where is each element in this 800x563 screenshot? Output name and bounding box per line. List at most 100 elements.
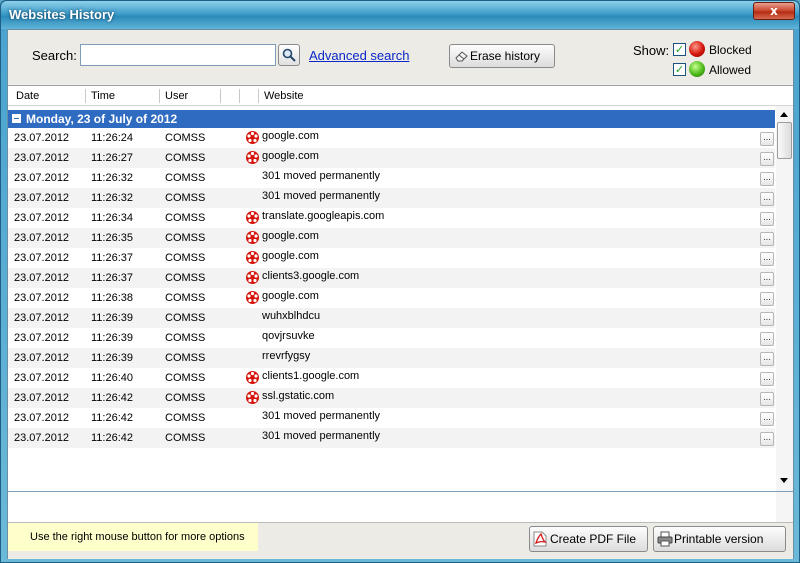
search-button[interactable] [278,44,300,66]
time-cell: 11:26:32 [91,172,134,184]
column-header-user[interactable]: User [165,90,188,102]
table-row[interactable]: 23.07.2012 11:26:37 COMSS clients3.google.c… [8,268,775,288]
erase-history-button[interactable]: Erase history [449,44,555,68]
toolbar: Search: Advanced search Erase history Sh… [8,30,793,84]
table-row[interactable]: 23.07.2012 11:26:39 COMSS wuhxblhdcu... [8,308,775,328]
column-header-website[interactable]: Website [264,90,304,102]
date-cell: 23.07.2012 [14,172,70,184]
user-cell: COMSS [165,312,206,324]
row-details-button[interactable]: ... [760,332,774,346]
scrollbar-thumb[interactable] [777,122,792,159]
history-grid[interactable]: Date Time User Website Monday, 23 of Jul… [8,85,793,552]
blocked-icon [246,131,259,144]
row-details-button[interactable]: ... [760,372,774,386]
allowed-label: Allowed [709,63,752,77]
time-cell: 11:26:42 [91,412,134,424]
table-row[interactable]: 23.07.2012 11:26:24 COMSS google.com... [8,128,775,148]
detail-pane [8,492,793,552]
table-row[interactable]: 23.07.2012 11:26:39 COMSS rrevrfygsy... [8,348,775,368]
advanced-search-link[interactable]: Advanced search [309,48,409,63]
erase-history-label: Erase history [470,49,541,63]
user-cell: COMSS [165,252,206,264]
table-row[interactable]: 23.07.2012 11:26:42 COMSS ssl.gstatic.com..… [8,388,775,408]
printable-version-button[interactable]: Printable version [653,526,786,552]
date-cell: 23.07.2012 [14,412,70,424]
close-icon: x [770,4,778,18]
table-row[interactable]: 23.07.2012 11:26:42 COMSS 301 moved permane… [8,428,775,448]
table-row[interactable]: 23.07.2012 11:26:35 COMSS google.com... [8,228,775,248]
table-row[interactable]: 23.07.2012 11:26:27 COMSS google.com... [8,148,775,168]
date-cell: 23.07.2012 [14,292,70,304]
column-header-time[interactable]: Time [91,90,115,102]
row-details-button[interactable]: ... [760,152,774,166]
printer-icon [657,531,673,547]
blocked-icon [246,251,259,264]
create-pdf-button[interactable]: Create PDF File [529,526,648,552]
table-row[interactable]: 23.07.2012 11:26:37 COMSS google.com... [8,248,775,268]
user-cell: COMSS [165,372,206,384]
allowed-checkbox[interactable]: ✓ [673,63,686,76]
row-details-button[interactable]: ... [760,352,774,366]
time-cell: 11:26:42 [91,392,134,404]
allowed-status-icon [689,61,705,77]
row-details-button[interactable]: ... [760,212,774,226]
date-cell: 23.07.2012 [14,392,70,404]
time-cell: 11:26:32 [91,192,134,204]
row-details-button[interactable]: ... [760,232,774,246]
column-separator[interactable] [159,89,160,103]
time-cell: 11:26:38 [91,292,134,304]
row-details-button[interactable]: ... [760,132,774,146]
website-cell: clients1.google.com [262,370,360,382]
row-details-button[interactable]: ... [760,392,774,406]
website-cell: ssl.gstatic.com [262,390,335,402]
column-separator[interactable] [239,89,240,103]
time-cell: 11:26:39 [91,312,134,324]
table-row[interactable]: 23.07.2012 11:26:40 COMSS clients1.google.c… [8,368,775,388]
search-input[interactable] [80,44,276,66]
close-button[interactable]: x [753,2,795,20]
time-cell: 11:26:27 [91,152,134,164]
collapse-icon[interactable] [12,114,21,123]
scroll-down-icon[interactable] [780,478,788,483]
date-cell: 23.07.2012 [14,152,70,164]
row-details-button[interactable]: ... [760,192,774,206]
date-cell: 23.07.2012 [14,312,70,324]
table-row[interactable]: 23.07.2012 11:26:42 COMSS 301 moved permane… [8,408,775,428]
vertical-scrollbar[interactable] [776,106,793,491]
date-cell: 23.07.2012 [14,132,70,144]
time-cell: 11:26:35 [91,232,134,244]
time-cell: 11:26:40 [91,372,134,384]
row-details-button[interactable]: ... [760,172,774,186]
row-details-button[interactable]: ... [760,292,774,306]
row-details-button[interactable]: ... [760,252,774,266]
row-details-button[interactable]: ... [760,312,774,326]
row-details-button[interactable]: ... [760,272,774,286]
blocked-icon [246,371,259,384]
column-separator[interactable] [220,89,221,103]
eraser-icon [455,51,468,62]
table-row[interactable]: 23.07.2012 11:26:38 COMSS google.com... [8,288,775,308]
blocked-icon [246,391,259,404]
user-cell: COMSS [165,212,206,224]
date-cell: 23.07.2012 [14,352,70,364]
title-bar[interactable]: Websites History x [1,1,799,29]
group-row-date[interactable]: Monday, 23 of July of 2012 [8,110,775,128]
table-row[interactable]: 23.07.2012 11:26:34 COMSS translate.googlea… [8,208,775,228]
column-separator[interactable] [258,89,259,103]
blocked-checkbox[interactable]: ✓ [673,43,686,56]
blocked-icon [246,271,259,284]
user-cell: COMSS [165,172,206,184]
row-details-button[interactable]: ... [760,432,774,446]
column-header-date[interactable]: Date [16,90,39,102]
table-row[interactable]: 23.07.2012 11:26:32 COMSS 301 moved permane… [8,168,775,188]
blocked-status-icon [689,41,705,57]
table-row[interactable]: 23.07.2012 11:26:32 COMSS 301 moved permane… [8,188,775,208]
column-separator[interactable] [85,89,86,103]
website-cell: google.com [262,230,319,242]
row-details-button[interactable]: ... [760,412,774,426]
user-cell: COMSS [165,352,206,364]
scroll-up-icon[interactable] [780,112,788,117]
website-cell: google.com [262,250,319,262]
date-cell: 23.07.2012 [14,372,70,384]
table-row[interactable]: 23.07.2012 11:26:39 COMSS qovjrsuvke... [8,328,775,348]
